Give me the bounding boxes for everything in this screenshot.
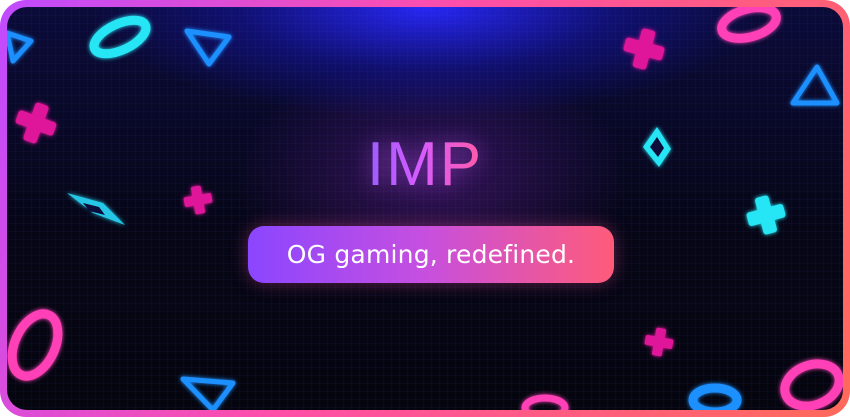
ring-icon bbox=[7, 309, 63, 381]
ring-icon bbox=[89, 15, 151, 59]
ring-icon bbox=[521, 394, 569, 410]
brand-logo-text: IMP bbox=[366, 130, 484, 199]
plus-icon bbox=[623, 28, 665, 70]
triangle-icon bbox=[790, 64, 840, 106]
decorative-shapes bbox=[7, 7, 843, 410]
triangle-icon bbox=[7, 30, 34, 64]
ring-icon bbox=[780, 359, 843, 410]
plus-icon bbox=[644, 327, 674, 357]
triangle-icon bbox=[184, 28, 232, 67]
tagline-text: OG gaming, redefined. bbox=[286, 240, 576, 269]
banner-card: IMP OG gaming, redefined. bbox=[0, 0, 850, 417]
ring-icon bbox=[688, 383, 742, 410]
triangle-icon bbox=[180, 376, 236, 410]
tagline-badge: OG gaming, redefined. bbox=[248, 226, 614, 283]
ring-icon bbox=[717, 7, 781, 43]
brand-logo: IMP bbox=[7, 129, 843, 200]
banner-background: IMP OG gaming, redefined. bbox=[7, 7, 843, 410]
